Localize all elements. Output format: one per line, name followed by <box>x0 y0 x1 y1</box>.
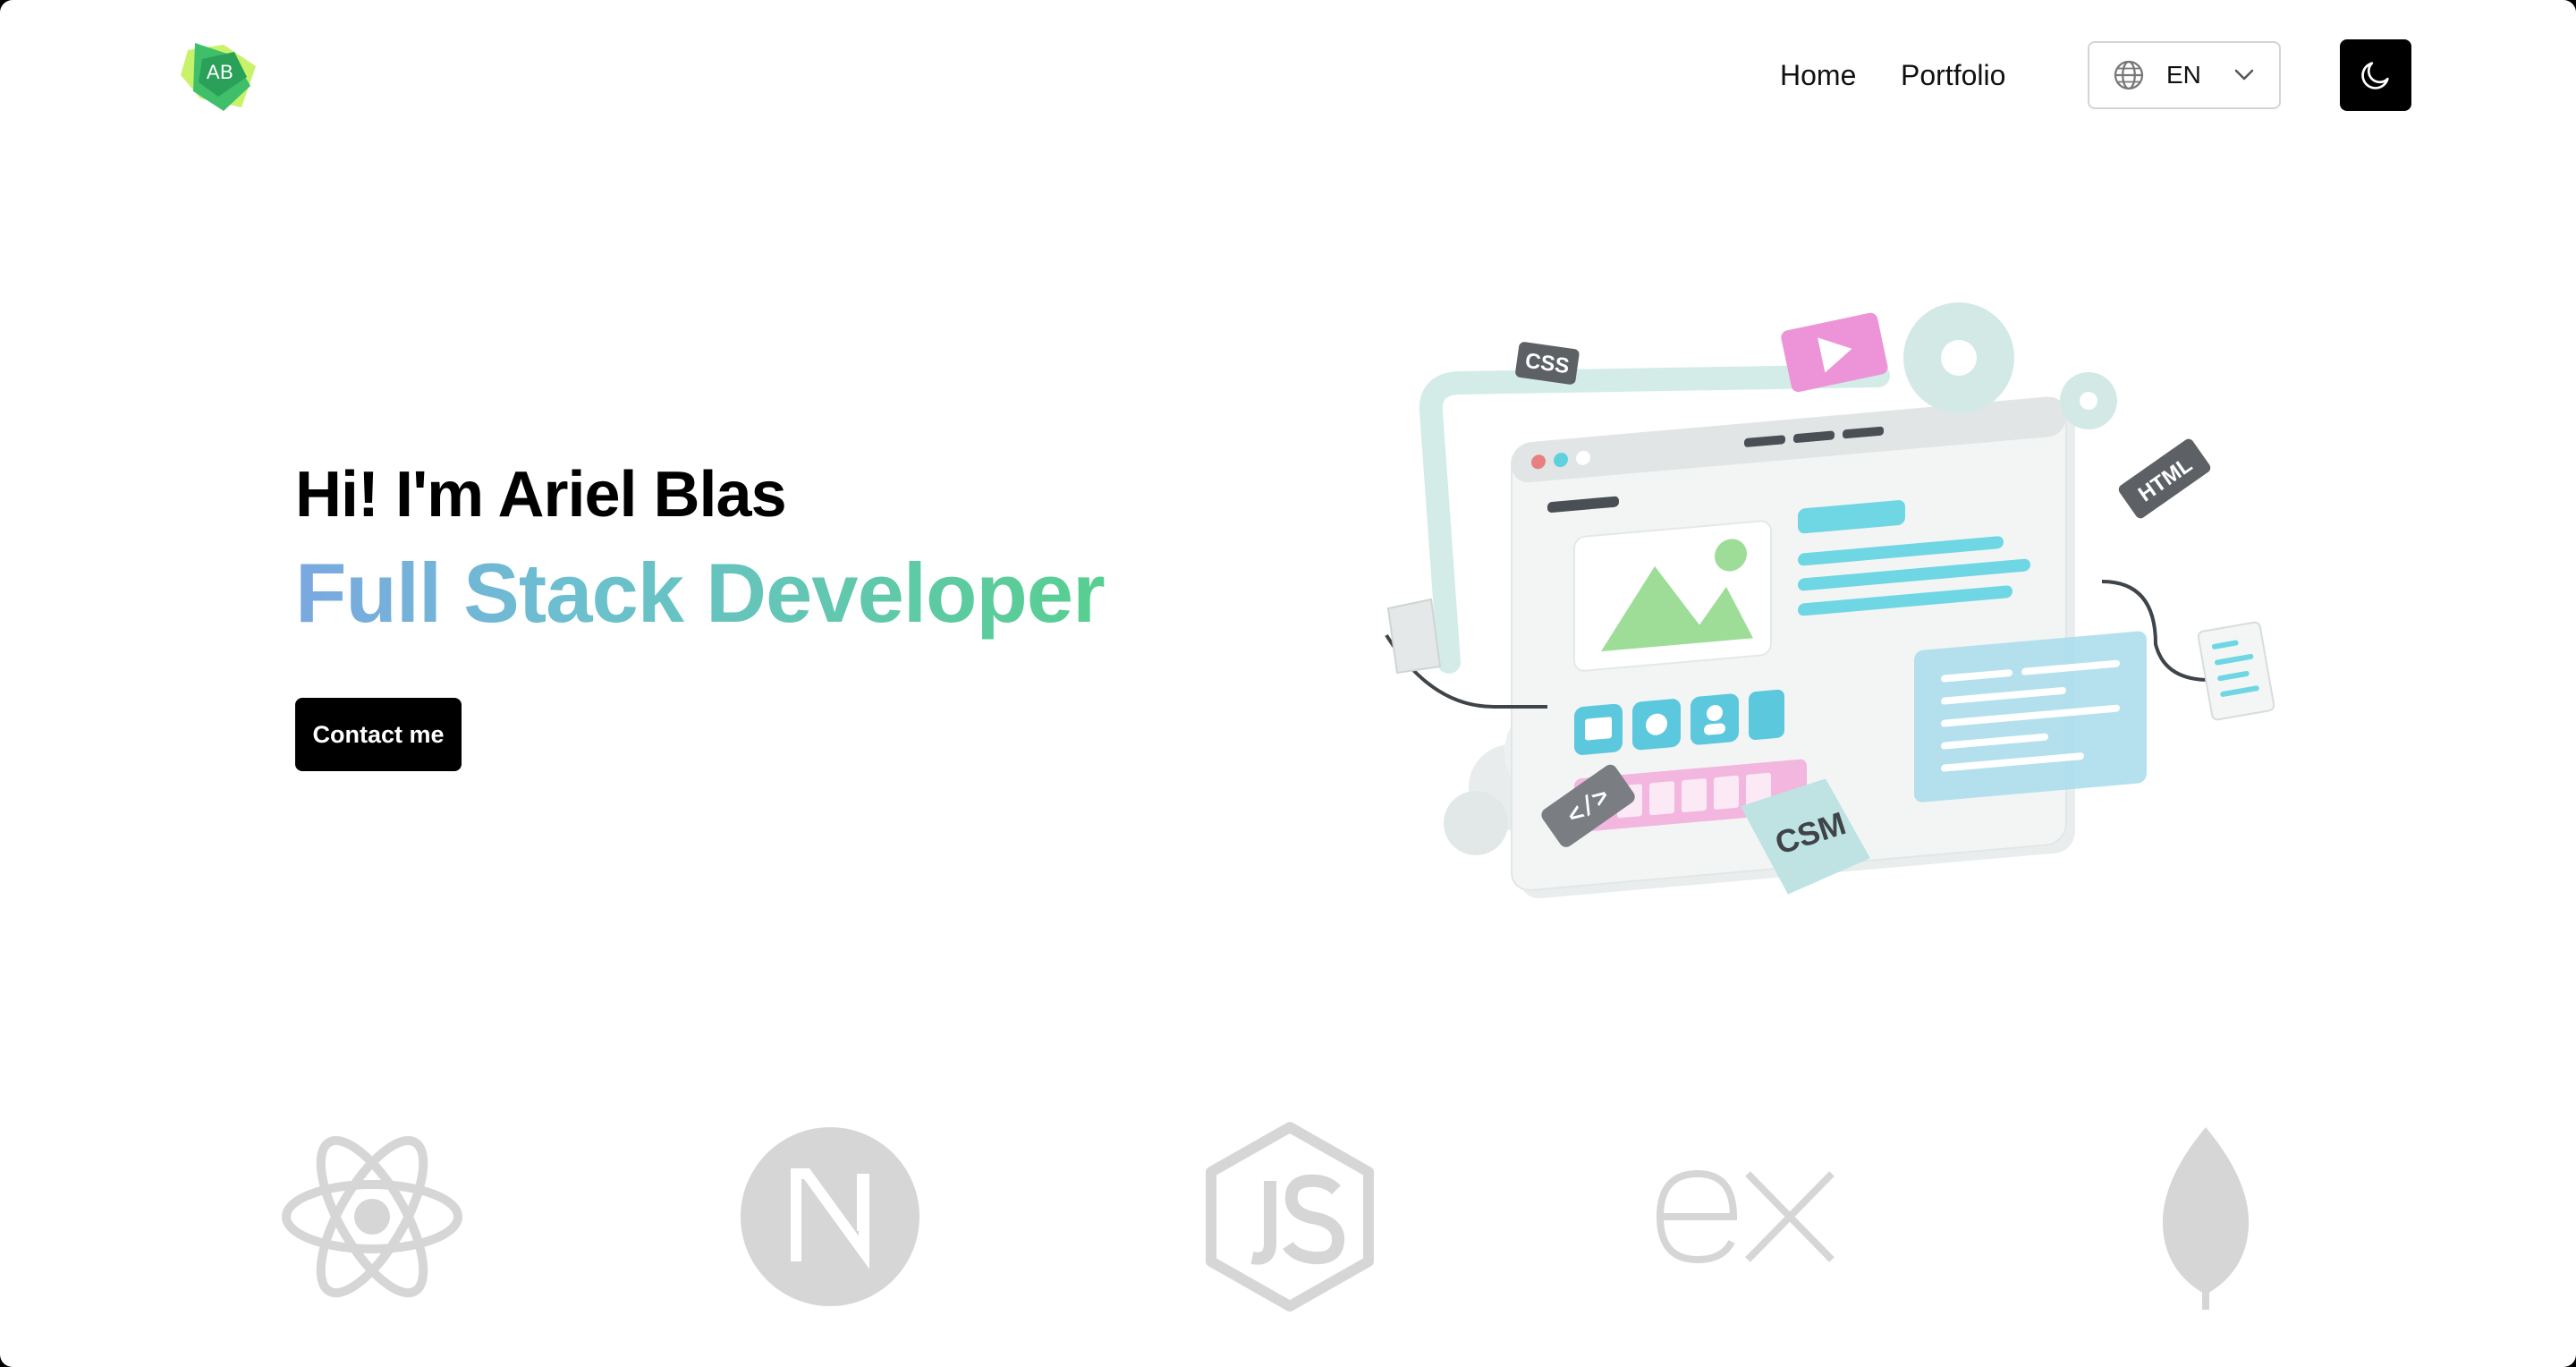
nextjs-icon <box>741 1127 919 1306</box>
contact-me-button[interactable]: Contact me <box>295 698 462 771</box>
theme-toggle-button[interactable] <box>2340 39 2411 111</box>
language-value: EN <box>2166 61 2201 89</box>
logo[interactable]: AB <box>179 39 259 113</box>
language-select[interactable]: EN <box>2088 41 2281 109</box>
nodejs-icon <box>1206 1122 1374 1312</box>
hero-illustration: CSS HTML </> CSM <box>1385 302 2275 899</box>
hero-greeting: Hi! I'm Ariel Blas <box>295 459 787 531</box>
logo-text: AB <box>206 61 234 83</box>
globe-icon <box>2114 60 2144 90</box>
express-icon <box>1656 1169 1835 1264</box>
hero-role: Full Stack Developer <box>295 544 1106 642</box>
chevron-down-icon <box>2234 69 2254 81</box>
react-icon <box>282 1135 462 1298</box>
nav-home[interactable]: Home <box>1780 55 1856 95</box>
moon-icon <box>2361 62 2389 89</box>
nav-portfolio[interactable]: Portfolio <box>1901 55 2005 95</box>
mongodb-icon <box>2162 1127 2250 1310</box>
page: AB Home Portfolio EN Hi! I'm Ariel Blas … <box>0 0 2576 1367</box>
